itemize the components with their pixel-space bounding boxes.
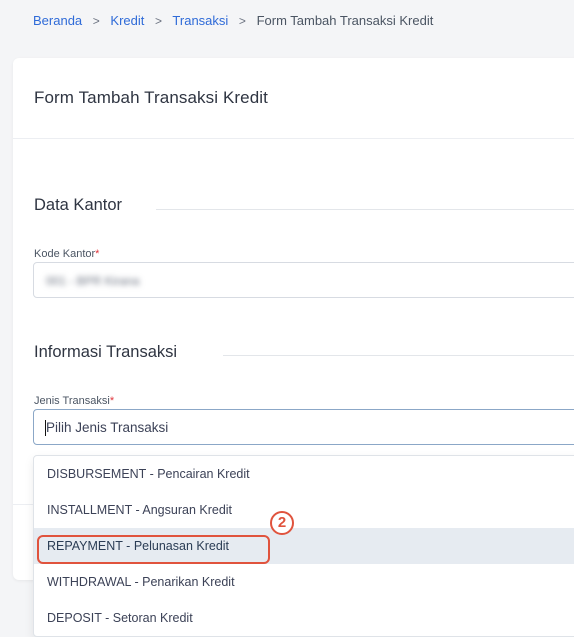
breadcrumb: Beranda > Kredit > Transaksi > Form Tamb…	[33, 13, 433, 28]
jenis-transaksi-placeholder: Pilih Jenis Transaksi	[46, 420, 169, 435]
kode-kantor-value: 001 - BPR Kirana	[46, 274, 140, 288]
option-installment[interactable]: INSTALLMENT - Angsuran Kredit	[34, 492, 574, 528]
section-title-data-kantor: Data Kantor	[34, 196, 123, 214]
page-title: Form Tambah Transaksi Kredit	[34, 88, 268, 107]
section-divider	[223, 355, 574, 356]
jenis-transaksi-select[interactable]: Pilih Jenis Transaksi	[33, 409, 574, 445]
annotation-step-badge: 2	[270, 511, 294, 535]
header-divider	[13, 138, 574, 139]
breadcrumb-separator: >	[155, 14, 163, 28]
jenis-transaksi-label: Jenis Transaksi*	[34, 395, 115, 407]
option-withdrawal[interactable]: WITHDRAWAL - Penarikan Kredit	[34, 564, 574, 600]
breadcrumb-separator: >	[238, 14, 246, 28]
option-disbursement[interactable]: DISBURSEMENT - Pencairan Kredit	[34, 456, 574, 492]
breadcrumb-link-transaksi[interactable]: Transaksi	[172, 13, 228, 28]
kode-kantor-field[interactable]: 001 - BPR Kirana	[33, 262, 574, 298]
breadcrumb-separator: >	[92, 14, 100, 28]
annotation-highlight-box	[37, 535, 270, 564]
required-mark: *	[95, 248, 100, 260]
section-title-informasi-transaksi: Informasi Transaksi	[34, 343, 178, 361]
section-divider	[156, 209, 574, 210]
breadcrumb-link-kredit[interactable]: Kredit	[110, 13, 144, 28]
breadcrumb-link-beranda[interactable]: Beranda	[33, 13, 82, 28]
kode-kantor-label: Kode Kantor*	[34, 248, 100, 260]
option-deposit[interactable]: DEPOSIT - Setoran Kredit	[34, 600, 574, 636]
required-mark: *	[109, 395, 115, 407]
breadcrumb-current: Form Tambah Transaksi Kredit	[256, 13, 434, 28]
